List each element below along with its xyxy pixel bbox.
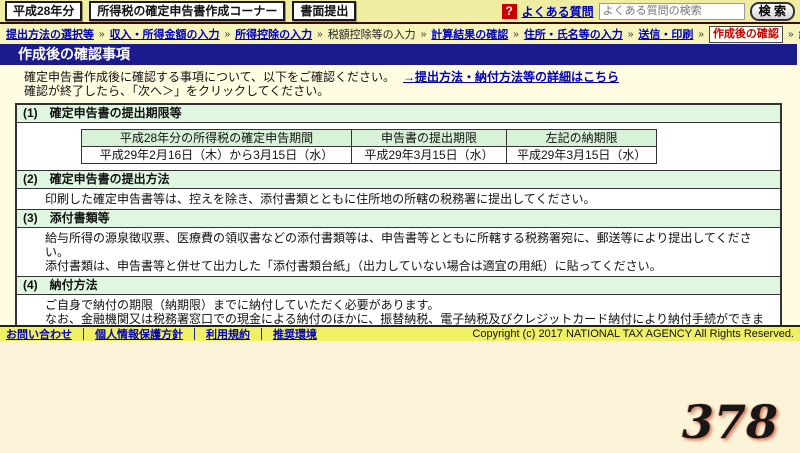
- deadline-table-value-cell: 平成29年3月15日（水）: [505, 146, 658, 164]
- table-row: 平成29年2月16日（木）から3月15日（水） 平成29年3月15日（水） 平成…: [81, 146, 658, 164]
- submit-mode-badge: 書面提出: [292, 1, 357, 21]
- details-link[interactable]: →提出方法・納付方法等の詳細はこちら: [403, 70, 619, 84]
- breadcrumb-separator: »: [627, 28, 634, 40]
- section-3-title: 添付書類等: [49, 211, 110, 225]
- section-3-header: (3) 添付書類等: [17, 210, 780, 228]
- breadcrumb-item-tax-credits: 税額控除等の入力: [327, 29, 416, 41]
- section-2-number: (2): [23, 172, 38, 186]
- deadline-table-header-cell: 平成28年分の所得税の確定申告期間: [81, 129, 352, 147]
- breadcrumb-item-post-creation-check-current: 作成後の確認: [708, 25, 783, 43]
- section-2-header: (2) 確定申告書の提出方法: [17, 171, 780, 189]
- breadcrumb-item-submission-method[interactable]: 提出方法の選択等: [6, 26, 94, 42]
- section-3-line: 添付書類は、申告書等と併せて出力した「添付書類台紙」（出力していない場合は適宜の…: [45, 259, 662, 273]
- top-header-bar: 平成28年分 所得税の確定申告書作成コーナー 書面提出 ? よくある質問 検 索: [0, 0, 800, 24]
- footer-link-terms[interactable]: 利用規約: [206, 326, 250, 342]
- breadcrumb-separator: »: [317, 28, 323, 40]
- section-4-line: なお、金融機関又は税務署窓口での現金による納付のほかに、振替納税、電子納税及びク…: [45, 312, 765, 325]
- page-title: 作成後の確認事項: [0, 44, 797, 65]
- year-badge: 平成28年分: [5, 1, 83, 21]
- breadcrumb-separator: »: [224, 28, 231, 40]
- breadcrumb-item-send-print[interactable]: 送信・印刷: [638, 26, 693, 42]
- intro-line-1: 確定申告書作成後に確認する事項について、以下をご確認ください。 →提出方法・納付方…: [24, 70, 800, 84]
- deadline-table-header-cell: 申告書の提出期限: [351, 129, 507, 147]
- section-4-header: (4) 納付方法: [17, 277, 780, 295]
- breadcrumb-item-income-input[interactable]: 収入・所得金額の入力: [110, 26, 220, 42]
- intro-text-1: 確定申告書作成後に確認する事項について、以下をご確認ください。: [24, 70, 396, 84]
- faq-search-area: ? よくある質問 検 索: [501, 1, 795, 21]
- footer-separator: ｜: [78, 329, 89, 341]
- footer-separator: ｜: [189, 329, 200, 341]
- breadcrumb-item-calc-result[interactable]: 計算結果の確認: [431, 26, 508, 42]
- section-4-line: ご自身で納付の期限（納期限）までに納付していただく必要があります。: [45, 298, 440, 312]
- copyright-text: Copyright (c) 2017 NATIONAL TAX AGENCY A…: [472, 328, 794, 340]
- footer-separator: ｜: [256, 329, 267, 341]
- intro-line-2: 確認が終了したら、「次へ＞」をクリックしてください。: [24, 84, 330, 98]
- section-1-body: 平成28年分の所得税の確定申告期間 申告書の提出期限 左記の納期限 平成29年2…: [17, 123, 780, 171]
- section-3-body: 給与所得の源泉徴収票、医療費の領収書などの添付書類等は、申告書等とともに所轄する…: [17, 228, 780, 277]
- deadline-table-value-cell: 平成29年3月15日（水）: [351, 146, 507, 164]
- breadcrumb-separator: »: [420, 28, 427, 40]
- breadcrumb-item-address-name[interactable]: 住所・氏名等の入力: [524, 26, 623, 42]
- footer-link-recommended-env[interactable]: 推奨環境: [273, 326, 317, 342]
- app-title: 所得税の確定申告書作成コーナー: [89, 1, 286, 21]
- section-4-title: 納付方法: [49, 278, 98, 292]
- table-row: 平成28年分の所得税の確定申告期間 申告書の提出期限 左記の納期限: [81, 129, 658, 147]
- breadcrumb-separator: »: [698, 28, 704, 40]
- section-1-title: 確定申告書の提出期限等: [49, 106, 182, 120]
- footer-links: お問い合わせ ｜ 個人情報保護方針 ｜ 利用規約 ｜ 推奨環境: [6, 326, 317, 342]
- breadcrumb-separator: »: [513, 28, 519, 40]
- confirmation-sections: (1) 確定申告書の提出期限等 平成28年分の所得税の確定申告期間 申告書の提出…: [15, 103, 782, 325]
- section-1-number: (1): [23, 106, 38, 120]
- search-input[interactable]: [598, 2, 745, 20]
- section-4-number: (4): [23, 278, 38, 292]
- deadline-table: 平成28年分の所得税の確定申告期間 申告書の提出期限 左記の納期限 平成29年2…: [81, 129, 658, 164]
- section-2-title: 確定申告書の提出方法: [49, 172, 170, 186]
- section-1-header: (1) 確定申告書の提出期限等: [17, 105, 780, 123]
- deadline-table-header-cell: 左記の納期限: [505, 129, 658, 147]
- question-mark-icon: ?: [501, 3, 517, 19]
- footer-bar: お問い合わせ ｜ 個人情報保護方針 ｜ 利用規約 ｜ 推奨環境 Copyrigh…: [0, 325, 800, 341]
- breadcrumb-item-deductions[interactable]: 所得控除の入力: [235, 26, 312, 42]
- breadcrumb-separator: »: [99, 28, 105, 40]
- footer-link-privacy-policy[interactable]: 個人情報保護方針: [95, 326, 183, 342]
- search-button[interactable]: 検 索: [749, 1, 795, 21]
- breadcrumb-separator: »: [787, 28, 794, 40]
- page-number: 378: [681, 395, 778, 449]
- section-4-body: ご自身で納付の期限（納期限）までに納付していただく必要があります。 なお、金融機…: [17, 295, 780, 325]
- breadcrumb: 提出方法の選択等 » 収入・所得金額の入力 » 所得控除の入力 » 税額控除等の…: [0, 24, 800, 44]
- section-2-body: 印刷した確定申告書等は、控えを除き、添付書類とともに住所地の所轄の税務署に提出し…: [17, 189, 780, 210]
- section-3-number: (3): [23, 211, 38, 225]
- main-content: 確定申告書作成後に確認する事項について、以下をご確認ください。 →提出方法・納付方…: [0, 65, 800, 325]
- page-bottom-area: 378: [0, 343, 800, 453]
- section-2-line: 印刷した確定申告書等は、控えを除き、添付書類とともに住所地の所轄の税務署に提出し…: [45, 192, 596, 206]
- footer-link-contact[interactable]: お問い合わせ: [6, 326, 72, 342]
- faq-link[interactable]: よくある質問: [522, 3, 594, 20]
- section-3-line: 給与所得の源泉徴収票、医療費の領収書などの添付書類等は、申告書等とともに所轄する…: [45, 231, 752, 259]
- deadline-table-value-cell: 平成29年2月16日（木）から3月15日（水）: [81, 146, 352, 164]
